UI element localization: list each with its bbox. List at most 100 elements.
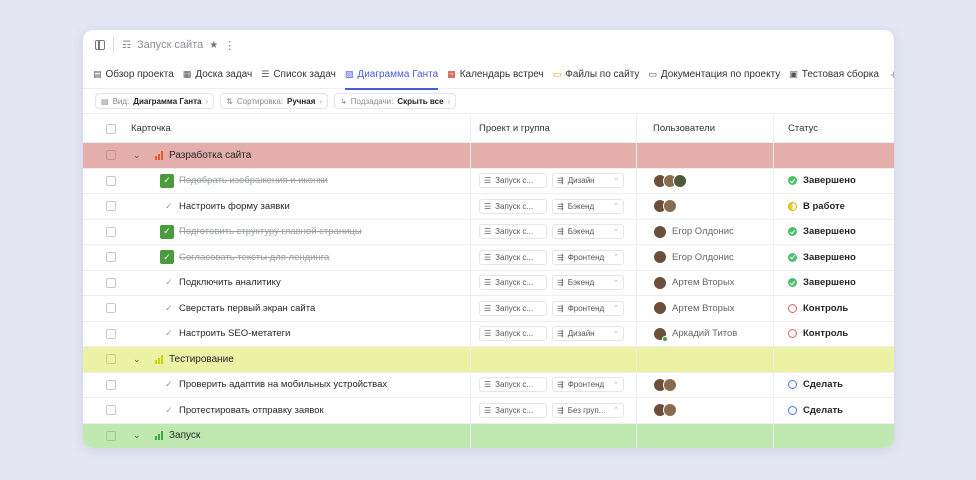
project-select[interactable]: ☰ Запуск с... <box>479 402 547 418</box>
select-all-checkbox[interactable] <box>106 123 116 134</box>
status-cell[interactable]: Сделать <box>788 398 843 423</box>
filter-chip-2[interactable]: ↳ Подзадачи: Скрыть все › <box>334 93 457 109</box>
table-row[interactable]: ✓ Настроить SEO-метатеги ☰ Запуск с... ⇶ Диза… <box>83 321 894 347</box>
project-select[interactable]: ☰ Запуск с... <box>479 249 547 265</box>
project-select[interactable]: ☰ Запуск с... <box>479 224 547 240</box>
add-tab-icon[interactable]: + <box>890 67 894 82</box>
group-select[interactable]: ⇶ Без груп... ⌃ <box>552 402 624 418</box>
table-row[interactable]: ✓ Подготовить структуру главной страницы ☰… <box>83 219 894 245</box>
row-checkbox[interactable] <box>106 226 116 237</box>
project-select[interactable]: ☰ Запуск с... <box>479 173 547 189</box>
completed-check-icon[interactable]: ✓ <box>160 250 174 265</box>
check-icon[interactable]: ✓ <box>165 379 173 390</box>
row-checkbox[interactable] <box>106 430 116 441</box>
row-checkbox[interactable] <box>106 354 116 365</box>
completed-check-icon[interactable]: ✓ <box>160 173 174 188</box>
group-select[interactable]: ⇶ Дизайн ⌃ <box>552 173 624 189</box>
group-row[interactable]: ⌄ Тестирование <box>83 347 894 373</box>
tab-0[interactable]: ▤ Обзор проекта <box>93 60 174 89</box>
users-cell[interactable]: Артем Вторых <box>653 296 735 321</box>
row-checkbox[interactable] <box>106 328 116 339</box>
group-row[interactable]: ⌄ Разработка сайта <box>83 143 894 169</box>
table-row[interactable]: ✓ Подобрать изображения и иконки ☰ Запуск с… <box>83 168 894 194</box>
group-row[interactable]: ⌄ Запуск <box>83 423 894 448</box>
chevron-down-icon[interactable]: ⌄ <box>133 430 141 441</box>
group-select[interactable]: ⇶ Фронтенд ⌃ <box>552 377 624 393</box>
row-checkbox[interactable] <box>106 150 116 161</box>
project-select[interactable]: ☰ Запуск с... <box>479 275 547 291</box>
users-cell[interactable] <box>653 194 677 219</box>
filter-chip-1[interactable]: ⇅ Сортировка: Ручная › <box>220 93 329 109</box>
status-cell[interactable]: В работе <box>788 194 845 219</box>
table-row[interactable]: ✓ Протестировать отправку заявок ☰ Запуск с… <box>83 398 894 424</box>
task-title[interactable]: Проверить адаптив на мобильных устройств… <box>179 379 387 390</box>
project-select[interactable]: ☰ Запуск с... <box>479 300 547 316</box>
row-checkbox[interactable] <box>106 201 116 212</box>
project-select[interactable]: ☰ Запуск с... <box>479 326 547 342</box>
status-cell[interactable]: Завершено <box>788 169 856 194</box>
table-row[interactable]: ✓ Настроить форму заявки ☰ Запуск с... ⇶ Бэке… <box>83 194 894 220</box>
group-select[interactable]: ⇶ Дизайн ⌃ <box>552 326 624 342</box>
task-title[interactable]: Настроить форму заявки <box>179 201 290 212</box>
check-icon[interactable]: ✓ <box>165 277 173 288</box>
check-icon[interactable]: ✓ <box>165 405 173 416</box>
completed-check-icon[interactable]: ✓ <box>160 224 174 239</box>
chevron-down-icon[interactable]: ⌄ <box>133 150 141 161</box>
users-cell[interactable]: Егор Олдонис <box>653 220 734 245</box>
task-title[interactable]: Подобрать изображения и иконки <box>179 175 328 186</box>
table-row[interactable]: ✓ Подключить аналитику ☰ Запуск с... ⇶ Бэкенд… <box>83 270 894 296</box>
users-cell[interactable] <box>653 169 687 194</box>
column-header-users[interactable]: Пользователи <box>653 115 715 142</box>
status-cell[interactable]: Завершено <box>788 271 856 296</box>
users-cell[interactable]: Артем Вторых <box>653 271 735 296</box>
row-checkbox[interactable] <box>106 277 116 288</box>
column-header-card[interactable]: Карточка <box>131 115 171 142</box>
task-title[interactable]: Подготовить структуру главной страницы <box>179 226 362 237</box>
row-checkbox[interactable] <box>106 405 116 416</box>
group-select[interactable]: ⇶ Бэкенд ⌃ <box>552 224 624 240</box>
task-title[interactable]: Сверстать первый экран сайта <box>179 303 315 314</box>
group-select[interactable]: ⇶ Бэкенд ⌃ <box>552 275 624 291</box>
check-icon[interactable]: ✓ <box>165 303 173 314</box>
sidebar-toggle-icon[interactable] <box>95 40 105 50</box>
users-cell[interactable]: Егор Олдонис <box>653 245 734 270</box>
group-select[interactable]: ⇶ Фронтенд ⌃ <box>552 249 624 265</box>
star-icon[interactable]: ★ <box>209 40 218 51</box>
users-cell[interactable] <box>653 373 677 398</box>
status-cell[interactable]: Завершено <box>788 220 856 245</box>
task-title[interactable]: Протестировать отправку заявок <box>179 405 324 416</box>
check-icon[interactable]: ✓ <box>165 201 173 212</box>
group-select[interactable]: ⇶ Фронтенд ⌃ <box>552 300 624 316</box>
tab-6[interactable]: ▭ Документация по проекту <box>648 60 780 89</box>
tab-3[interactable]: ▧ Диаграмма Ганта <box>344 60 439 90</box>
row-checkbox[interactable] <box>106 379 116 390</box>
users-cell[interactable] <box>653 398 677 423</box>
tab-5[interactable]: ▭ Файлы по сайту <box>553 60 640 89</box>
row-checkbox[interactable] <box>106 252 116 263</box>
column-header-project[interactable]: Проект и группа <box>479 115 550 142</box>
task-title[interactable]: Подключить аналитику <box>179 277 281 288</box>
users-cell[interactable]: Аркадий Титов <box>653 322 737 347</box>
status-cell[interactable]: Сделать <box>788 373 843 398</box>
check-icon[interactable]: ✓ <box>165 328 173 339</box>
table-row[interactable]: ✓ Проверить адаптив на мобильных устройст… <box>83 372 894 398</box>
group-select[interactable]: ⇶ Бэкенд ⌃ <box>552 198 624 214</box>
task-title[interactable]: Настроить SEO-метатеги <box>179 328 290 339</box>
project-select[interactable]: ☰ Запуск с... <box>479 377 547 393</box>
table-row[interactable]: ✓ Согласовать тексты для лендинга ☰ Запуск … <box>83 245 894 271</box>
tab-4[interactable]: ▦ Календарь встреч <box>447 60 544 89</box>
chevron-down-icon[interactable]: ⌄ <box>133 354 141 365</box>
column-header-status[interactable]: Статус <box>788 115 818 142</box>
task-title[interactable]: Согласовать тексты для лендинга <box>179 252 329 263</box>
more-icon[interactable]: ⋮ <box>224 39 235 52</box>
row-checkbox[interactable] <box>106 303 116 314</box>
status-cell[interactable]: Завершено <box>788 245 856 270</box>
status-cell[interactable]: Контроль <box>788 296 848 321</box>
tab-2[interactable]: ☰ Список задач <box>261 60 336 89</box>
status-cell[interactable]: Контроль <box>788 322 848 347</box>
tab-1[interactable]: ▦ Доска задач <box>183 60 252 89</box>
filter-chip-0[interactable]: ▤ Вид: Диаграмма Ганта › <box>95 93 215 109</box>
tab-7[interactable]: ▣ Тестовая сборка <box>789 60 879 89</box>
table-row[interactable]: ✓ Сверстать первый экран сайта ☰ Запуск с..… <box>83 296 894 322</box>
row-checkbox[interactable] <box>106 175 116 186</box>
